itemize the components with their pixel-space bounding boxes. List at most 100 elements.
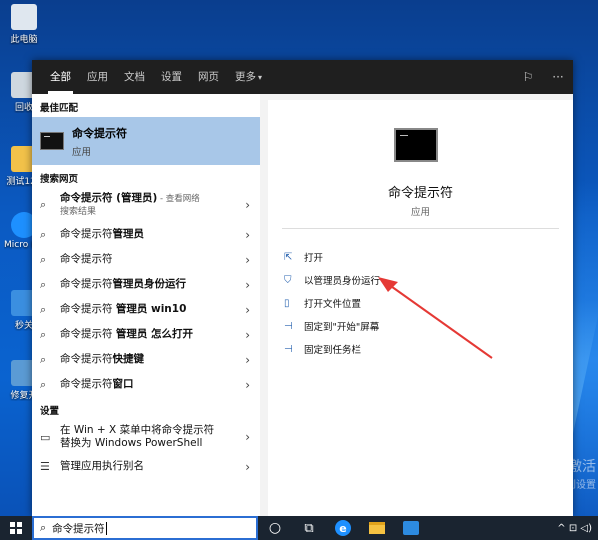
web-search-header: 搜索网页 xyxy=(40,174,79,185)
tab-apps[interactable]: 应用 xyxy=(79,60,116,94)
store-button[interactable] xyxy=(394,516,428,540)
action-label: 固定到"开始"屏幕 xyxy=(304,322,380,333)
list-settings-icon: ☰ xyxy=(40,460,50,473)
chevron-right-icon[interactable]: › xyxy=(240,460,250,474)
desktop-icon-this-pc[interactable]: 此电脑 xyxy=(4,4,44,45)
open-icon: ⇱ xyxy=(284,251,293,263)
pin-taskbar-icon: ⊣ xyxy=(284,343,293,355)
web-result-bold: 管理员身份运行 xyxy=(112,278,187,290)
chevron-right-icon[interactable]: › xyxy=(240,303,250,317)
action-run-as-admin[interactable]: ⛉ 以管理员身份运行 xyxy=(284,273,381,288)
web-result-hint: - 查看网络 xyxy=(157,193,200,204)
chevron-right-icon[interactable]: › xyxy=(240,228,250,242)
search-icon: ⌕ xyxy=(40,352,47,366)
web-result-bold: 管理员 怎么打开 xyxy=(115,328,193,340)
action-label: 以管理员身份运行 xyxy=(304,276,381,287)
windows-logo-icon xyxy=(10,522,22,534)
divider xyxy=(282,228,559,229)
run-as-admin-icon: ⛉ xyxy=(284,274,292,286)
search-icon: ⌕ xyxy=(40,302,47,316)
web-result-item[interactable]: ⌕ 命令提示符 管理员 win10 › xyxy=(32,297,260,322)
task-view-button[interactable]: ⧉ xyxy=(292,516,326,540)
tab-more-label: 更多 xyxy=(235,71,256,83)
settings-result-line2: 替换为 Windows PowerShell xyxy=(60,437,203,449)
action-pin-to-taskbar[interactable]: ⊣ 固定到任务栏 xyxy=(284,342,362,357)
search-tabs-bar: 全部 应用 文档 设置 网页 更多 ▾ ⚐ ··· xyxy=(32,60,573,94)
action-pin-to-start[interactable]: ⊣ 固定到"开始"屏幕 xyxy=(284,319,380,334)
chevron-right-icon[interactable]: › xyxy=(240,430,250,444)
more-options-button[interactable]: ··· xyxy=(543,70,573,84)
search-icon: ⌕ xyxy=(40,227,47,241)
edge-icon: e xyxy=(335,520,351,536)
chevron-right-icon[interactable]: › xyxy=(240,328,250,342)
text-cursor xyxy=(105,521,107,535)
circle-icon: ○ xyxy=(268,520,282,536)
web-result-bold: 管理员 xyxy=(112,228,145,240)
system-tray[interactable]: ^ ⊡ ◁) xyxy=(557,523,598,534)
tray-icons: ^ ⊡ ◁) xyxy=(557,522,592,534)
best-match-header: 最佳匹配 xyxy=(40,103,79,114)
action-open[interactable]: ⇱ 打开 xyxy=(284,250,324,265)
chevron-right-icon[interactable]: › xyxy=(240,378,250,392)
settings-header: 设置 xyxy=(40,406,60,417)
tab-documents[interactable]: 文档 xyxy=(116,60,153,94)
store-icon xyxy=(403,521,419,535)
feedback-icon[interactable]: ⚐ xyxy=(513,70,543,84)
action-label: 打开 xyxy=(304,253,324,264)
search-input-value: 命令提示符 xyxy=(52,522,105,535)
web-result-item[interactable]: ⌕ 命令提示符 (管理员) - 查看网络 搜索结果 › xyxy=(32,188,260,222)
cortana-button[interactable]: ○ xyxy=(258,516,292,540)
web-result-item[interactable]: ⌕ 命令提示符管理员 › xyxy=(32,222,260,247)
best-match-name: 命令提示符 xyxy=(72,126,127,140)
taskbar-search-input[interactable]: ⌕ 命令提示符 xyxy=(32,516,258,540)
web-result-item[interactable]: ⌕ 命令提示符管理员身份运行 › xyxy=(32,272,260,297)
web-result-text: 命令提示符 xyxy=(60,253,113,265)
action-label: 固定到任务栏 xyxy=(304,345,362,356)
search-panel: 全部 应用 文档 设置 网页 更多 ▾ ⚐ ··· 最佳匹配 命令提示符 应用 搜… xyxy=(32,60,573,516)
web-result-text: 命令提示符 (管理员) xyxy=(60,191,158,204)
web-result-item[interactable]: ⌕ 命令提示符 › xyxy=(32,247,260,272)
tab-all[interactable]: 全部 xyxy=(42,60,79,94)
web-result-bold: 管理员 win10 xyxy=(115,303,187,315)
settings-result-item[interactable]: ☰ 管理应用执行别名 › xyxy=(32,454,260,479)
settings-result-item[interactable]: ▭ 在 Win + X 菜单中将命令提示符 替换为 Windows PowerS… xyxy=(32,420,260,454)
edge-taskbar-button[interactable]: e xyxy=(326,516,360,540)
results-list: 最佳匹配 命令提示符 应用 搜索网页 ⌕ 命令提示符 (管理员) - 查看网络 … xyxy=(32,94,260,516)
task-view-icon: ⧉ xyxy=(304,520,314,536)
web-result-item[interactable]: ⌕ 命令提示符快捷键 › xyxy=(32,347,260,372)
search-icon: ⌕ xyxy=(40,277,47,291)
action-label: 打开文件位置 xyxy=(304,299,362,310)
command-prompt-large-icon xyxy=(394,128,438,162)
chevron-right-icon[interactable]: › xyxy=(240,353,250,367)
settings-result-line1: 在 Win + X 菜单中将命令提示符 xyxy=(60,424,215,436)
web-result-item[interactable]: ⌕ 命令提示符 管理员 怎么打开 › xyxy=(32,322,260,347)
keyboard-icon: ▭ xyxy=(40,430,51,444)
web-result-bold: 窗口 xyxy=(112,378,134,390)
start-button[interactable] xyxy=(0,516,32,540)
computer-icon xyxy=(11,4,37,30)
detail-title: 命令提示符 xyxy=(387,186,453,201)
pin-start-icon: ⊣ xyxy=(284,320,293,332)
search-icon: ⌕ xyxy=(40,198,47,211)
chevron-right-icon[interactable]: › xyxy=(240,278,250,292)
action-open-file-location[interactable]: ▯ 打开文件位置 xyxy=(284,296,362,311)
web-result-bold: 快捷键 xyxy=(112,353,145,365)
detail-pane: 命令提示符 应用 ⇱ 打开 ⛉ 以管理员身份运行 ▯ 打开文件位置 ⊣ 固定到"… xyxy=(260,94,573,516)
web-result-text: 命令提示符 xyxy=(60,228,113,240)
taskbar: ⌕ 命令提示符 ○ ⧉ e ^ ⊡ ◁) xyxy=(0,516,598,540)
tab-more[interactable]: 更多 ▾ xyxy=(227,60,270,94)
chevron-right-icon[interactable]: › xyxy=(240,253,250,267)
settings-result-line1: 管理应用执行别名 xyxy=(60,460,144,472)
search-icon: ⌕ xyxy=(40,252,47,266)
file-explorer-button[interactable] xyxy=(360,516,394,540)
web-result-text: 命令提示符 xyxy=(60,303,116,315)
chevron-right-icon[interactable]: › xyxy=(240,198,250,212)
folder-icon xyxy=(369,522,385,534)
detail-subtitle: 应用 xyxy=(410,207,430,218)
tab-settings[interactable]: 设置 xyxy=(153,60,190,94)
best-match-item[interactable]: 命令提示符 应用 xyxy=(32,117,260,165)
command-prompt-icon xyxy=(40,132,64,150)
search-icon: ⌕ xyxy=(40,327,47,341)
tab-web[interactable]: 网页 xyxy=(190,60,227,94)
web-result-item[interactable]: ⌕ 命令提示符窗口 › xyxy=(32,372,260,397)
